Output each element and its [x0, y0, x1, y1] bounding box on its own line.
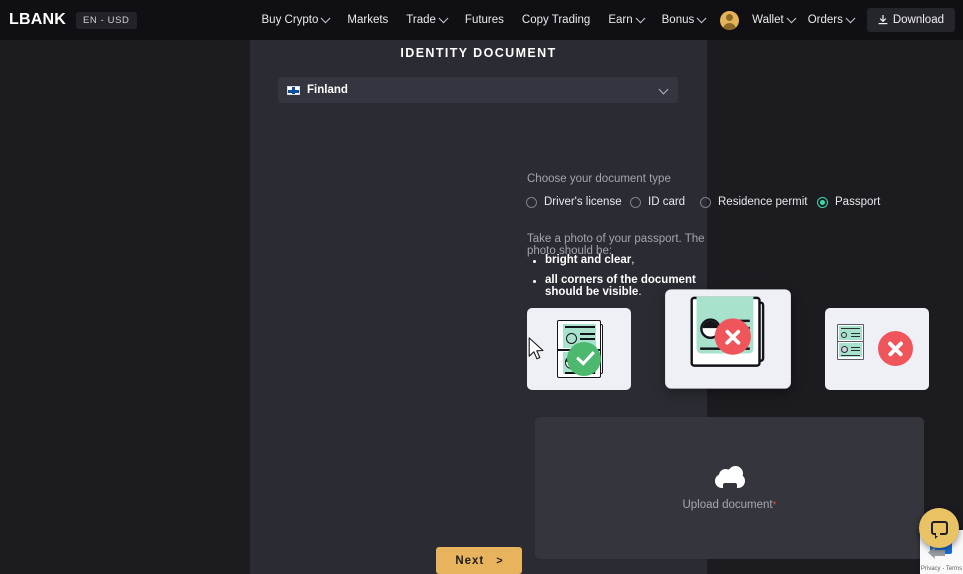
x-badge-icon — [714, 318, 751, 355]
page-title: IDENTITY DOCUMENT — [400, 46, 557, 60]
cloud-upload-icon — [714, 465, 745, 489]
chevron-down-icon — [696, 12, 707, 23]
check-badge-icon — [567, 342, 601, 376]
nav-item-label: Trade — [406, 14, 436, 26]
nav-item-label: Markets — [347, 14, 389, 26]
passport-bad-small-illustration — [837, 324, 917, 374]
radio-id-card[interactable]: ID card — [630, 196, 700, 208]
radio-residence-permit[interactable]: Residence permit — [700, 196, 817, 208]
nav-item-markets[interactable]: Markets — [347, 14, 388, 26]
nav-item-buy-crypto[interactable]: Buy Crypto — [261, 12, 331, 26]
upload-label-text: Upload document — [682, 498, 773, 511]
country-select[interactable]: Finland — [278, 77, 678, 103]
download-icon — [878, 14, 888, 24]
nav-item-label: Bonus — [661, 14, 695, 26]
chevron-down-icon — [438, 12, 449, 23]
nav-item-label: Orders — [807, 14, 843, 26]
lbank-logo[interactable]: LBANK — [9, 11, 66, 29]
nav-item-label: Copy Trading — [521, 14, 591, 26]
radio-label: Residence permit — [718, 196, 808, 208]
main-nav-items: Buy Crypto Markets Trade Futures Copy Tr… — [261, 12, 707, 26]
nav-item-bonus[interactable]: Bonus — [661, 12, 707, 26]
chat-support-button[interactable] — [919, 508, 959, 548]
bullet-dot-icon — [533, 280, 536, 283]
example-card-bad-small[interactable] — [825, 308, 929, 390]
radio-icon — [526, 196, 537, 208]
nav-item-earn[interactable]: Earn — [608, 12, 646, 26]
radio-label: Passport — [835, 196, 881, 208]
top-navigation-bar: LBANK EN - USD Buy Crypto Markets Trade … — [0, 0, 963, 40]
document-type-label: Choose your document type — [527, 173, 671, 185]
nav-item-label: Buy Crypto — [261, 14, 319, 26]
next-button[interactable]: Next > — [436, 547, 522, 574]
chevron-down-icon — [786, 12, 797, 23]
bullet-tail: . — [638, 286, 642, 298]
upload-dropzone[interactable]: Upload document* — [535, 417, 924, 559]
nav-right-group: Wallet Orders Download — [720, 0, 955, 40]
brand-area: LBANK EN - USD — [9, 11, 137, 29]
x-badge-icon — [878, 331, 913, 366]
chat-bubble-icon — [930, 521, 948, 539]
avatar[interactable] — [720, 10, 740, 30]
language-currency-badge[interactable]: EN - USD — [76, 11, 137, 29]
nav-item-label: Earn — [608, 14, 633, 26]
required-asterisk: * — [772, 499, 777, 511]
example-photos-row — [527, 289, 931, 390]
nav-item-label: Futures — [464, 14, 504, 26]
bullet-dot-icon — [533, 260, 536, 263]
upload-dropzone-label: Upload document* — [682, 499, 776, 511]
finland-flag-icon — [287, 85, 300, 95]
bullet-tail: , — [631, 254, 635, 266]
example-card-good[interactable] — [527, 308, 631, 390]
chevron-down-icon — [320, 12, 331, 23]
next-arrow-icon: > — [496, 554, 503, 567]
next-button-label: Next — [455, 554, 485, 567]
download-button[interactable]: Download — [866, 8, 955, 32]
chevron-down-icon — [658, 84, 669, 95]
list-item: bright and clear, — [533, 254, 707, 266]
chevron-down-icon — [845, 12, 856, 23]
radio-icon — [700, 196, 711, 208]
download-label: Download — [892, 14, 944, 26]
bullet-text: bright and clear — [545, 254, 632, 266]
nav-item-orders[interactable]: Orders — [807, 12, 856, 26]
document-type-radio-group: Driver's license ID card Residence permi… — [526, 196, 880, 208]
nav-item-trade[interactable]: Trade — [406, 12, 449, 26]
passport-good-illustration — [554, 320, 604, 378]
nav-item-wallet[interactable]: Wallet — [752, 12, 797, 26]
nav-item-futures[interactable]: Futures — [465, 14, 504, 26]
radio-passport[interactable]: Passport — [817, 196, 880, 208]
kyc-form-panel: IDENTITY DOCUMENT Finland Choose your do… — [250, 40, 929, 574]
passport-bad-cropped-illustration — [690, 296, 765, 374]
radio-label: ID card — [648, 196, 686, 208]
page-body: IDENTITY DOCUMENT Finland Choose your do… — [0, 40, 963, 574]
country-select-value: Finland — [307, 84, 348, 96]
chevron-down-icon — [635, 12, 646, 23]
recaptcha-privacy-terms[interactable]: Privacy - Terms — [920, 566, 963, 572]
example-card-bad-cropped[interactable] — [665, 289, 791, 389]
radio-icon — [630, 196, 641, 208]
nav-item-label: Wallet — [752, 14, 784, 26]
radio-drivers-license[interactable]: Driver's license — [526, 196, 630, 208]
nav-item-copy-trading[interactable]: Copy Trading — [522, 14, 590, 26]
radio-label: Driver's license — [544, 196, 622, 208]
radio-icon-selected — [817, 196, 828, 208]
